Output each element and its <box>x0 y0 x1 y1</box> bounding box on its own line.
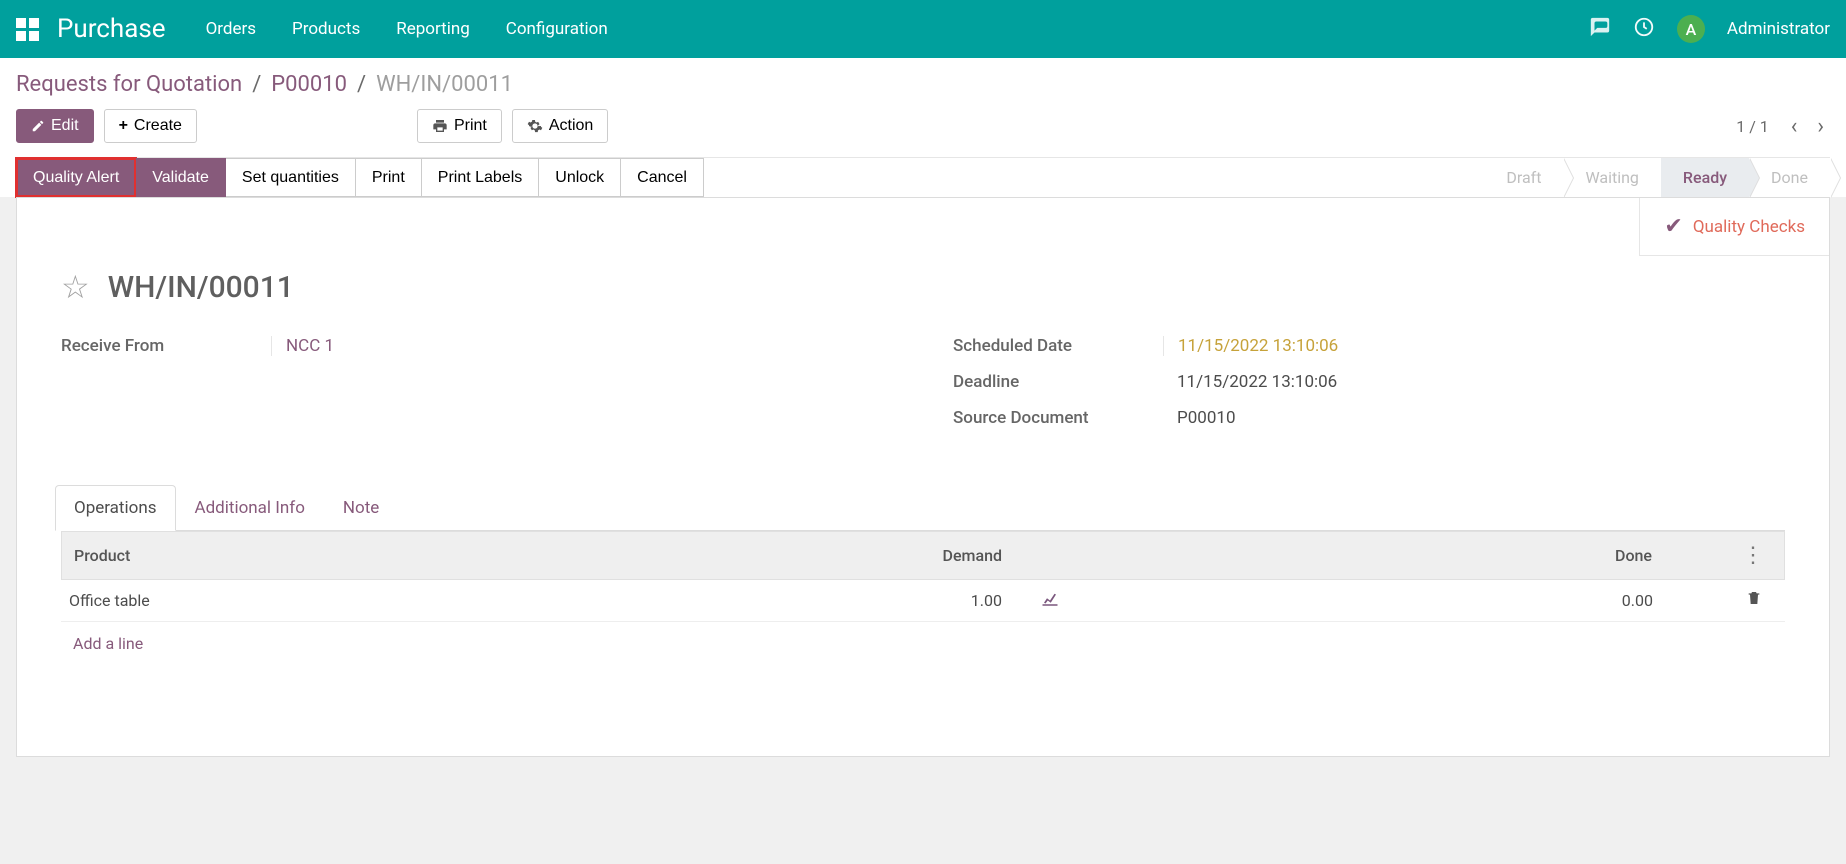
print-icon <box>432 118 448 134</box>
table-row[interactable]: Office table 1.00 0.00 <box>61 580 1785 622</box>
operations-grid: Product Demand Done ⋮ Office table 1.00 … <box>61 531 1785 665</box>
tab-note[interactable]: Note <box>324 485 398 531</box>
nav-configuration[interactable]: Configuration <box>506 19 608 39</box>
action-label: Action <box>549 117 593 135</box>
edit-label: Edit <box>51 117 79 135</box>
form-sheet: ✔ Quality Checks ☆ WH/IN/00011 Receive F… <box>16 197 1830 757</box>
clock-icon[interactable] <box>1633 16 1655 43</box>
cancel-button[interactable]: Cancel <box>621 158 704 197</box>
tabs: Operations Additional Info Note <box>55 484 1785 531</box>
print2-button[interactable]: Print <box>356 158 422 197</box>
header-done: Done <box>1080 542 1670 569</box>
header-product: Product <box>70 542 430 569</box>
receive-from-label: Receive From <box>61 336 271 356</box>
record-title: WH/IN/00011 <box>108 270 294 305</box>
delete-row-icon[interactable] <box>1731 590 1777 611</box>
tab-additional-info[interactable]: Additional Info <box>176 485 324 531</box>
print-button[interactable]: Print <box>417 109 502 143</box>
breadcrumb-root[interactable]: Requests for Quotation <box>16 72 242 97</box>
user-name[interactable]: Administrator <box>1727 19 1830 39</box>
set-quantities-button[interactable]: Set quantities <box>226 158 356 197</box>
pager-text: 1 / 1 <box>1736 117 1769 136</box>
header-demand: Demand <box>430 542 1020 569</box>
scheduled-date-value: 11/15/2022 13:10:06 <box>1163 336 1338 356</box>
nav-products[interactable]: Products <box>292 19 360 39</box>
stage-done[interactable]: Done <box>1749 158 1830 197</box>
top-nav: Purchase Orders Products Reporting Confi… <box>0 0 1846 58</box>
stage-ready[interactable]: Ready <box>1661 158 1749 197</box>
breadcrumb-current: WH/IN/00011 <box>376 72 513 97</box>
breadcrumb-sep: / <box>252 72 261 97</box>
add-line-button[interactable]: Add a line <box>61 622 1785 665</box>
messages-icon[interactable] <box>1589 16 1611 43</box>
plus-icon: + <box>119 117 128 135</box>
cell-done: 0.00 <box>1080 591 1671 610</box>
pencil-icon <box>31 119 45 133</box>
module-name[interactable]: Purchase <box>57 14 166 44</box>
quality-checks-label: Quality Checks <box>1693 217 1805 237</box>
quality-alert-button[interactable]: Quality Alert <box>16 158 136 197</box>
receive-from-value[interactable]: NCC 1 <box>271 336 334 356</box>
forecast-icon[interactable] <box>1020 590 1080 611</box>
deadline-value: 11/15/2022 13:10:06 <box>1163 372 1337 392</box>
status-bar: Quality Alert Validate Set quantities Pr… <box>16 157 1830 197</box>
breadcrumb-sep: / <box>357 72 366 97</box>
tab-operations[interactable]: Operations <box>55 485 176 531</box>
apps-icon[interactable] <box>16 18 39 41</box>
scheduled-date-label: Scheduled Date <box>953 336 1163 356</box>
edit-button[interactable]: Edit <box>16 109 94 143</box>
unlock-button[interactable]: Unlock <box>539 158 621 197</box>
nav-reporting[interactable]: Reporting <box>396 19 470 39</box>
column-options-icon[interactable]: ⋮ <box>1730 543 1776 568</box>
create-label: Create <box>134 117 182 135</box>
pager-prev[interactable]: ‹ <box>1785 114 1804 139</box>
star-icon[interactable]: ☆ <box>61 268 90 306</box>
source-doc-value: P00010 <box>1163 408 1236 428</box>
avatar[interactable]: A <box>1677 15 1705 43</box>
stage-waiting[interactable]: Waiting <box>1563 158 1660 197</box>
validate-button[interactable]: Validate <box>136 158 226 197</box>
cell-product: Office table <box>69 591 429 610</box>
source-doc-label: Source Document <box>953 408 1163 428</box>
pager-next[interactable]: › <box>1811 114 1830 139</box>
grid-header: Product Demand Done ⋮ <box>61 531 1785 580</box>
breadcrumb-parent[interactable]: P00010 <box>271 72 347 97</box>
create-button[interactable]: + Create <box>104 109 197 143</box>
print-label: Print <box>454 117 487 135</box>
nav-orders[interactable]: Orders <box>206 19 256 39</box>
print-labels-button[interactable]: Print Labels <box>422 158 540 197</box>
gear-icon <box>527 118 543 134</box>
cell-demand: 1.00 <box>429 591 1020 610</box>
stage-draft[interactable]: Draft <box>1484 158 1563 197</box>
control-panel: Requests for Quotation / P00010 / WH/IN/… <box>0 58 1846 197</box>
check-icon: ✔ <box>1664 214 1682 239</box>
deadline-label: Deadline <box>953 372 1163 392</box>
quality-checks-button[interactable]: ✔ Quality Checks <box>1640 198 1829 255</box>
breadcrumb: Requests for Quotation / P00010 / WH/IN/… <box>16 72 1830 97</box>
action-button[interactable]: Action <box>512 109 608 143</box>
